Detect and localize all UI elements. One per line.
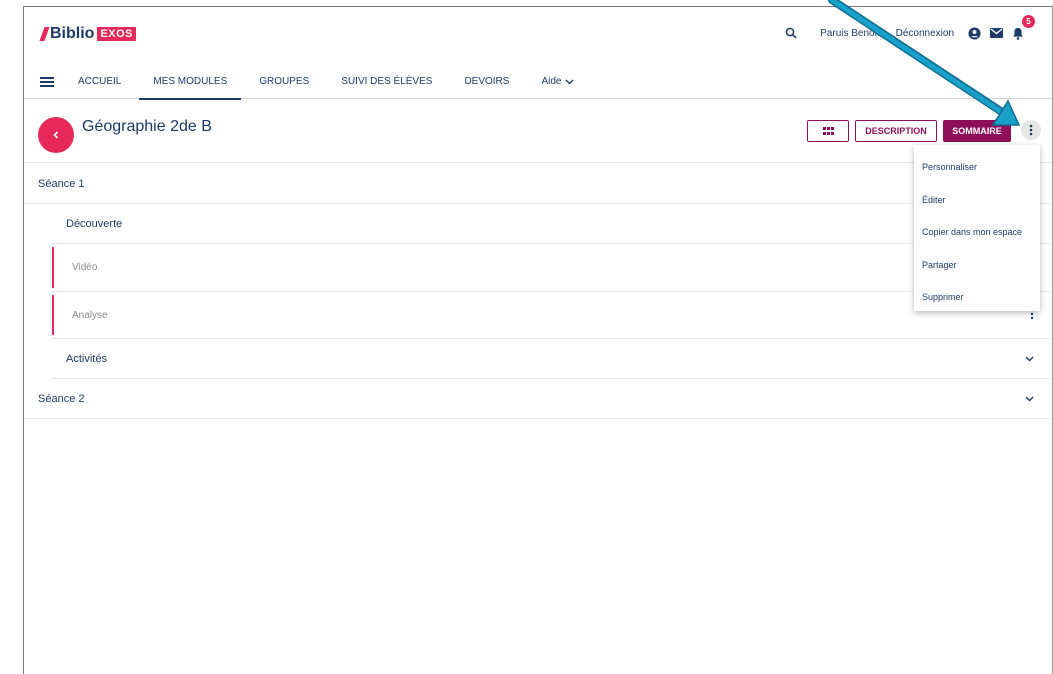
grid-icon	[822, 127, 834, 135]
logo-badge: EXOS	[97, 27, 137, 41]
page-title: Géographie 2de B	[82, 118, 212, 135]
section-row-seance-2[interactable]: Séance 2	[24, 379, 1052, 419]
section-label: Séance 2	[38, 392, 85, 405]
nav-aide[interactable]: Aide	[541, 65, 574, 99]
section-row-seance-1[interactable]: Séance 1	[24, 164, 1052, 204]
nav-accueil[interactable]: ACCUEIL	[78, 65, 121, 99]
logo-text: Biblio	[50, 25, 95, 42]
nav-devoirs[interactable]: DEVOIRS	[464, 65, 509, 99]
back-button[interactable]	[38, 117, 74, 153]
subsection-row-decouverte[interactable]: Découverte	[52, 204, 1052, 244]
main-nav: ACCUEIL MES MODULES GROUPES SUIVI DES ÉL…	[24, 65, 1052, 100]
chevron-down-icon[interactable]	[1025, 394, 1034, 404]
menu-item-partager[interactable]: Partager	[914, 249, 1040, 282]
chevron-down-icon[interactable]	[1025, 354, 1034, 364]
account-icon[interactable]	[966, 25, 982, 41]
section-label: Séance 1	[38, 177, 85, 190]
nav-mes-modules[interactable]: MES MODULES	[139, 65, 242, 100]
user-name[interactable]: Paruis Benoit	[820, 28, 879, 39]
subsection-row-activites[interactable]: Activités	[52, 339, 1052, 379]
logout-link[interactable]: Déconnexion	[896, 28, 954, 39]
subsection-label: Activités	[66, 352, 107, 365]
logo-slash	[39, 27, 50, 41]
item-label: Analyse	[72, 309, 108, 321]
item-label: Vidéo	[72, 262, 98, 273]
module-header: Géographie 2de B DESCRIPTION SOMMAIRE	[24, 100, 1052, 163]
item-row-analyse[interactable]: Analyse	[52, 292, 1052, 339]
menu-item-personnaliser[interactable]: Personnaliser	[914, 151, 1040, 184]
menu-icon[interactable]	[40, 76, 54, 87]
app-window: Biblio EXOS Paruis Benoit Déconnexion 5 …	[23, 6, 1053, 674]
more-options-button[interactable]	[1021, 120, 1041, 140]
search-icon[interactable]	[784, 26, 798, 40]
mail-icon[interactable]	[988, 25, 1004, 41]
bell-icon[interactable]: 5	[1010, 15, 1035, 41]
options-menu: Personnaliser Éditer Copier dans mon esp…	[914, 145, 1040, 311]
notification-badge: 5	[1022, 15, 1035, 28]
more-vert-icon	[1029, 124, 1033, 136]
subsection-label: Découverte	[66, 217, 123, 230]
menu-item-copier[interactable]: Copier dans mon espace	[914, 216, 1040, 249]
chevron-down-icon	[565, 77, 574, 87]
description-button[interactable]: DESCRIPTION	[855, 120, 937, 142]
item-indicator	[52, 247, 54, 288]
nav-groupes[interactable]: GROUPES	[259, 65, 309, 99]
nav-aide-label: Aide	[541, 76, 562, 87]
logo[interactable]: Biblio EXOS	[39, 25, 137, 43]
grid-view-button[interactable]	[807, 120, 849, 142]
nav-suivi-eleves[interactable]: SUIVI DES ÉLÈVES	[341, 65, 432, 99]
item-row-video[interactable]: Vidéo	[52, 244, 1052, 292]
menu-item-supprimer[interactable]: Supprimer	[914, 281, 1040, 314]
chevron-left-icon	[53, 131, 59, 139]
summary-button[interactable]: SOMMAIRE	[943, 120, 1011, 142]
header-actions: Paruis Benoit Déconnexion 5	[784, 15, 1035, 41]
menu-item-editer[interactable]: Éditer	[914, 184, 1040, 217]
item-indicator	[52, 295, 54, 335]
